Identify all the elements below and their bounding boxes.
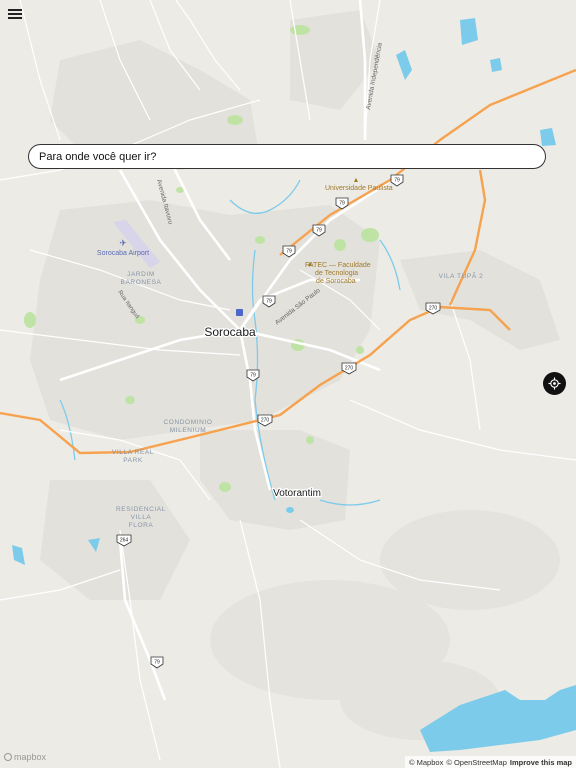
svg-text:79: 79: [154, 660, 160, 666]
svg-text:270: 270: [345, 366, 354, 372]
menu-bar: [8, 9, 22, 11]
svg-text:CONDOMINIO: CONDOMINIO: [164, 419, 213, 426]
locate-button[interactable]: [543, 372, 566, 395]
svg-text:270: 270: [261, 418, 270, 424]
svg-text:BARONESA: BARONESA: [121, 279, 162, 286]
svg-text:MILENIUM: MILENIUM: [170, 427, 207, 434]
locate-icon: [548, 377, 561, 390]
svg-text:RESIDENCIAL: RESIDENCIAL: [116, 506, 166, 513]
poi-label-universidade-paulista: Universidade Paulista: [325, 185, 393, 192]
bus-station-icon: [236, 309, 243, 316]
svg-text:79: 79: [316, 228, 322, 234]
svg-text:JARDIM: JARDIM: [127, 271, 155, 278]
svg-text:VILLA REAL: VILLA REAL: [112, 449, 154, 456]
city-label-sorocaba: Sorocaba: [204, 325, 256, 339]
poi-label-fatec: FATEC — Faculdade: [305, 262, 371, 269]
search-input[interactable]: Para onde você quer ir?: [28, 144, 546, 169]
svg-text:79: 79: [394, 178, 400, 184]
attribution-mapbox[interactable]: © Mapbox: [409, 758, 443, 767]
map-canvas[interactable]: 79 79 79 79 79 79 270 270 270 264 79 ✈ ▲…: [0, 0, 576, 768]
mapbox-logo[interactable]: mapbox: [4, 752, 46, 762]
svg-text:79: 79: [266, 299, 272, 305]
mapbox-logo-text: mapbox: [14, 752, 47, 762]
svg-text:79: 79: [250, 373, 256, 379]
svg-text:VILA TUPÃ 2: VILA TUPÃ 2: [439, 271, 484, 280]
search-placeholder: Para onde você quer ir?: [39, 150, 157, 163]
menu-bar: [8, 13, 22, 15]
poi-label-airport: Sorocaba Airport: [97, 250, 149, 257]
menu-icon[interactable]: [4, 4, 26, 22]
svg-text:FLORA: FLORA: [129, 522, 154, 529]
poi-label-fatec: de Sorocaba: [316, 278, 356, 285]
svg-text:79: 79: [286, 249, 292, 255]
svg-text:264: 264: [120, 538, 129, 544]
airport-icon: ✈: [119, 238, 127, 248]
mapbox-icon: [4, 753, 12, 761]
attribution-osm[interactable]: © OpenStreetMap: [446, 758, 507, 767]
svg-text:270: 270: [429, 306, 438, 312]
improve-map-link[interactable]: Improve this map: [510, 758, 572, 767]
poi-label-fatec: de Tecnologia: [315, 270, 358, 277]
university-icon: ▲: [353, 177, 360, 184]
city-label-votorantim: Votorantim: [273, 488, 321, 499]
map-attribution: © Mapbox © OpenStreetMap Improve this ma…: [405, 756, 576, 768]
svg-text:PARK: PARK: [123, 457, 143, 464]
menu-bar: [8, 17, 22, 19]
svg-text:79: 79: [339, 201, 345, 207]
svg-text:VILLA: VILLA: [131, 514, 152, 521]
